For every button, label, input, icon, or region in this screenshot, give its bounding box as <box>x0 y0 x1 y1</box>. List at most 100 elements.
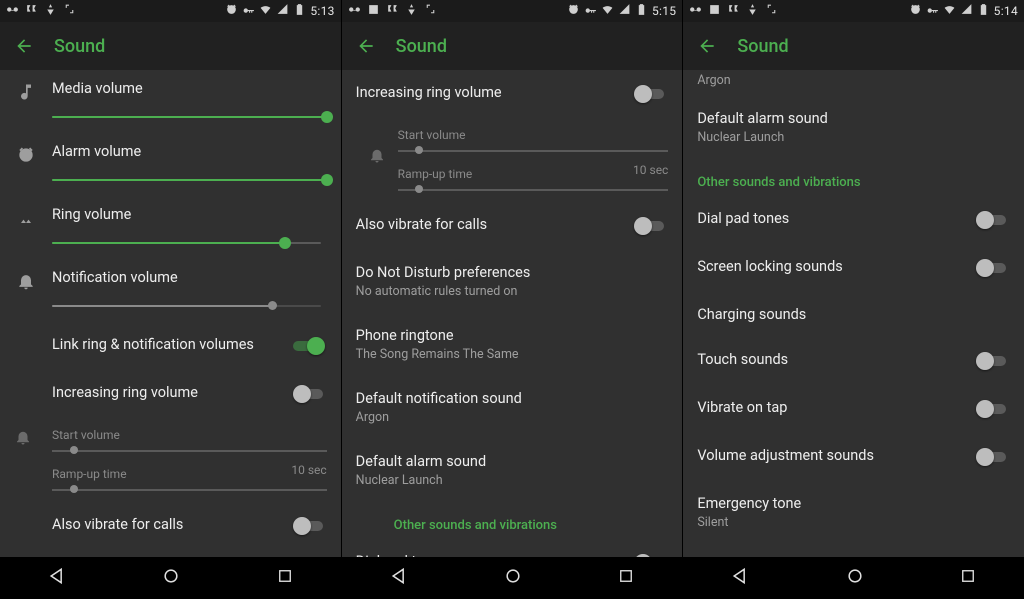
vibrate-calls-toggle[interactable] <box>293 516 327 536</box>
screen-lock-sounds-toggle[interactable] <box>976 258 1010 278</box>
alarm-sound-row[interactable]: Default alarm sound Nuclear Launch <box>683 96 1024 159</box>
section-other-sounds: Other sounds and vibrations <box>683 159 1024 196</box>
phone-ringtone-row[interactable]: Phone ringtone The Song Remains The Same <box>342 313 683 376</box>
ring-anim-icon <box>368 146 386 168</box>
increasing-ring-toggle[interactable] <box>293 384 327 404</box>
alarm-sound-label: Default alarm sound <box>356 453 669 470</box>
touch-sounds-toggle[interactable] <box>976 351 1010 371</box>
vibrate-on-tap-row[interactable]: Vibrate on tap <box>683 385 1024 433</box>
link-volumes-row[interactable]: Link ring & notification volumes <box>0 322 341 370</box>
notification-sound-row-partial[interactable]: Argon <box>683 70 1024 96</box>
nav-recent-button[interactable] <box>276 567 294 589</box>
increasing-ring-row[interactable]: Increasing ring volume <box>0 370 341 418</box>
page-title: Sound <box>396 36 447 57</box>
volume-adjustment-sounds-row[interactable]: Volume adjustment sounds <box>683 433 1024 481</box>
dnd-preferences-row[interactable]: Do Not Disturb preferences No automatic … <box>0 550 341 557</box>
nav-home-button[interactable] <box>503 566 523 590</box>
nav-back-button[interactable] <box>47 566 67 590</box>
nav-back-button[interactable] <box>389 566 409 590</box>
app1-icon <box>25 3 38 19</box>
emergency-tone-label: Emergency tone <box>697 495 1010 512</box>
image-icon <box>367 3 380 19</box>
start-volume-label: Start volume <box>52 428 120 442</box>
alarm-status-icon <box>225 3 238 19</box>
app2-icon <box>44 3 57 19</box>
dial-pad-tones-toggle[interactable] <box>976 210 1010 230</box>
signal-icon <box>276 3 289 19</box>
back-button[interactable] <box>697 36 717 56</box>
media-volume-row[interactable]: Media volume <box>0 70 341 133</box>
wifi-icon <box>259 3 272 19</box>
alarm-volume-row[interactable]: Alarm volume <box>0 133 341 196</box>
ring-icon <box>16 208 36 232</box>
nav-recent-button[interactable] <box>959 567 977 589</box>
back-button[interactable] <box>356 36 376 56</box>
emergency-tone-row[interactable]: Emergency tone Silent <box>683 481 1024 544</box>
vpn-key-icon <box>242 3 255 19</box>
signal-icon <box>618 3 631 19</box>
ring-anim-icon <box>14 431 32 450</box>
back-button[interactable] <box>14 36 34 56</box>
vibrate-calls-toggle[interactable] <box>634 216 668 236</box>
ramp-up-value: 10 sec <box>291 463 326 477</box>
alarm-sound-value: Nuclear Launch <box>697 130 1010 145</box>
ring-volume-slider[interactable] <box>52 233 327 253</box>
wifi-icon <box>943 3 956 19</box>
status-time: 5:15 <box>652 4 676 18</box>
link-volumes-toggle[interactable] <box>293 336 327 356</box>
ramp-up-value: 10 sec <box>633 163 668 177</box>
ramp-up-slider <box>52 484 327 496</box>
phone-ringtone-value: The Song Remains The Same <box>356 347 669 362</box>
screenshot-icon <box>765 3 778 19</box>
ramp-up-label: Ramp-up time <box>52 467 127 481</box>
image-icon <box>708 3 721 19</box>
media-volume-slider[interactable] <box>52 107 327 127</box>
nav-home-button[interactable] <box>845 566 865 590</box>
nav-back-button[interactable] <box>730 566 750 590</box>
battery-icon <box>635 3 648 19</box>
media-volume-label: Media volume <box>52 80 327 97</box>
bell-icon <box>16 271 36 295</box>
notification-sound-row[interactable]: Default notification sound Argon <box>342 376 683 439</box>
alarm-sound-label: Default alarm sound <box>697 110 1010 127</box>
touch-sounds-label: Touch sounds <box>697 351 964 368</box>
increasing-ring-label: Increasing ring volume <box>52 384 281 401</box>
app-bar: Sound <box>342 22 683 70</box>
ring-volume-row[interactable]: Ring volume <box>0 196 341 259</box>
start-volume-slider <box>52 445 327 457</box>
volume-adjustment-sounds-toggle[interactable] <box>976 447 1010 467</box>
ring-volume-label: Ring volume <box>52 206 327 223</box>
signal-icon <box>960 3 973 19</box>
wifi-icon <box>601 3 614 19</box>
alarm-status-icon <box>909 3 922 19</box>
vibrate-calls-row[interactable]: Also vibrate for calls <box>342 202 683 250</box>
emergency-alerts-row[interactable]: Emergency alerts <box>683 544 1024 557</box>
dnd-preferences-row[interactable]: Do Not Disturb preferences No automatic … <box>342 250 683 313</box>
vpn-key-icon <box>584 3 597 19</box>
increasing-ring-row[interactable]: Increasing ring volume <box>342 70 683 118</box>
dial-pad-tones-row[interactable]: Dial pad tones <box>683 196 1024 244</box>
nav-bar <box>683 557 1024 599</box>
nav-home-button[interactable] <box>161 566 181 590</box>
touch-sounds-row[interactable]: Touch sounds <box>683 337 1024 385</box>
app2-icon <box>746 3 759 19</box>
dial-pad-tones-row[interactable]: Dial pad tones <box>342 539 683 557</box>
alarm-volume-slider[interactable] <box>52 170 327 190</box>
vibrate-calls-label: Also vibrate for calls <box>52 516 281 533</box>
charging-sounds-row[interactable]: Charging sounds <box>683 292 1024 337</box>
dial-pad-tones-toggle[interactable] <box>634 553 668 557</box>
vibrate-on-tap-toggle[interactable] <box>976 399 1010 419</box>
notification-volume-row[interactable]: Notification volume <box>0 259 341 322</box>
battery-icon <box>977 3 990 19</box>
increasing-ring-subgroup: Start volume Ramp-up time 10 sec <box>0 418 341 502</box>
vibrate-calls-row[interactable]: Also vibrate for calls <box>0 502 341 550</box>
notification-volume-slider[interactable] <box>52 296 327 316</box>
nav-recent-button[interactable] <box>617 567 635 589</box>
screenshot-icon <box>424 3 437 19</box>
notification-sound-value: Argon <box>697 73 1010 88</box>
screen-lock-sounds-row[interactable]: Screen locking sounds <box>683 244 1024 292</box>
increasing-ring-toggle[interactable] <box>634 84 668 104</box>
alarm-sound-row[interactable]: Default alarm sound Nuclear Launch <box>342 439 683 502</box>
voicemail-icon <box>689 3 702 19</box>
page-title: Sound <box>54 36 105 57</box>
